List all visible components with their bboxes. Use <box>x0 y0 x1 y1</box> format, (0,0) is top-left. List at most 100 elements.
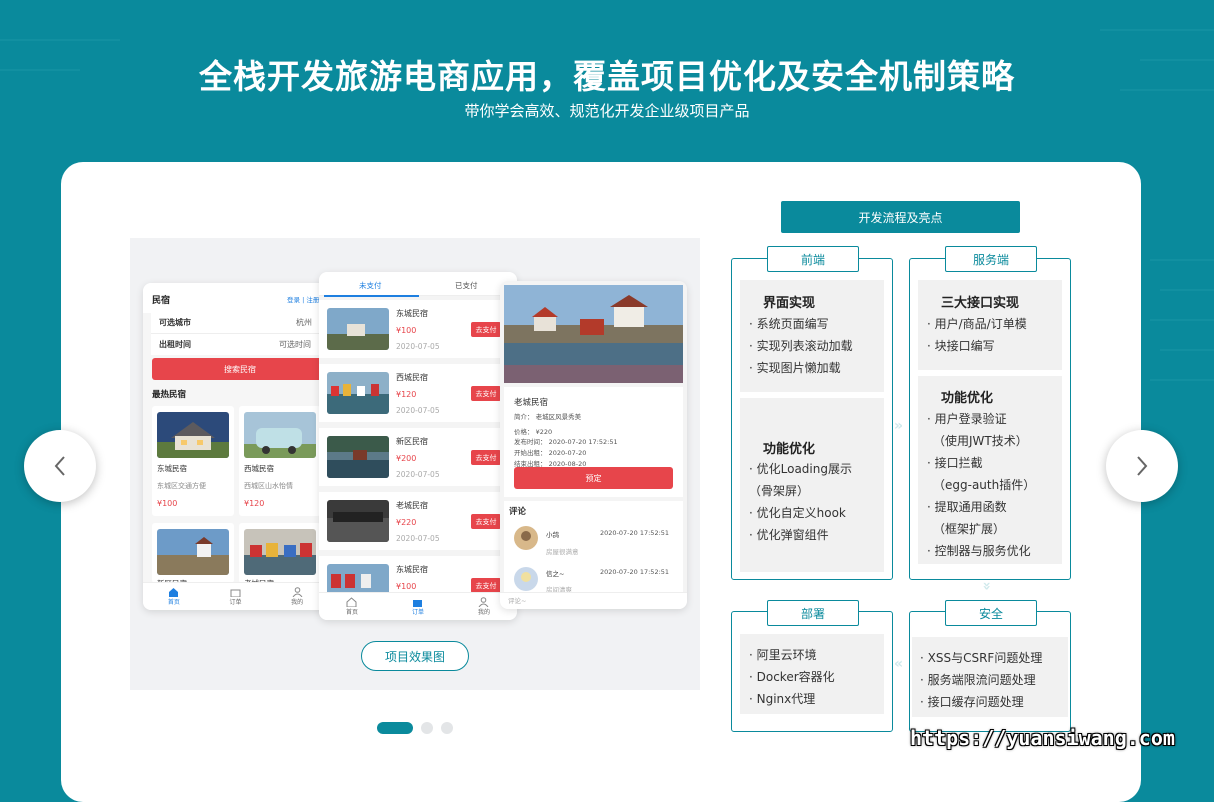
carousel-dot[interactable] <box>441 722 453 734</box>
city-value[interactable]: 杭州 <box>296 317 312 328</box>
chevron-right-icon: » <box>894 418 904 434</box>
home-icon <box>346 597 357 607</box>
book-button[interactable]: 预定 <box>514 467 673 489</box>
comment-text: 房屋很满意 <box>546 548 579 556</box>
bottom-nav: 首页 订单 我的 <box>319 592 517 620</box>
house-card[interactable]: 东城民宿 东城区交通方便 ¥100 <box>152 406 234 516</box>
login-link[interactable]: 登录 | 注册 <box>287 294 319 304</box>
group-item: · 块接口编写 <box>927 339 995 353</box>
nav-label: 首页 <box>345 609 358 616</box>
bag-icon <box>413 600 423 607</box>
nav-orders[interactable]: 订单 <box>412 597 424 616</box>
carousel-dot[interactable] <box>421 722 433 734</box>
group-title: 三大接口实现 <box>941 296 1020 311</box>
next-button[interactable] <box>1106 430 1178 502</box>
group-item: （使用JWT技术） <box>933 434 1028 448</box>
order-price: ¥200 <box>396 454 417 463</box>
order-row[interactable]: 新区民宿 ¥200 2020-07-05 去支付 <box>319 428 517 486</box>
home-icon <box>169 588 179 597</box>
chevron-left-icon <box>54 456 65 476</box>
search-button[interactable]: 搜索民宿 <box>152 358 328 380</box>
order-row[interactable]: 西城民宿 ¥120 2020-07-05 去支付 <box>319 364 517 422</box>
deploy-tag: 部署 <box>767 600 859 626</box>
project-effect-button[interactable]: 项目效果图 <box>361 641 469 671</box>
user-icon <box>292 587 303 597</box>
carousel-dot[interactable] <box>377 722 413 734</box>
comment-user: 小鸽 <box>546 531 559 539</box>
order-price: ¥100 <box>396 582 417 591</box>
order-price: ¥120 <box>396 390 417 399</box>
phone-detail: 老城民宿 简介： 老城区风景秀美 价格： ¥220 发布时间： 2020-07-… <box>500 281 687 609</box>
order-date: 2020-07-05 <box>396 470 440 479</box>
nav-me[interactable]: 我的 <box>478 597 490 616</box>
detail-publish: 发布时间： 2020-07-20 17:52:51 <box>514 438 618 446</box>
time-value[interactable]: 可选时间 <box>279 339 311 350</box>
nav-label: 我的 <box>477 609 490 616</box>
group-item: · 实现列表滚动加载 <box>749 339 853 353</box>
group-item: · 用户登录验证 <box>927 412 1007 426</box>
detail-photo <box>504 285 683 383</box>
order-price: ¥220 <box>396 518 417 527</box>
server-tag: 服务端 <box>945 246 1037 272</box>
card-name: 东城民宿 <box>157 464 187 473</box>
group-item: · XSS与CSRF问题处理 <box>920 651 1043 665</box>
bag-icon <box>230 589 241 597</box>
page-subtitle: 带你学会高效、规范化开发企业级项目产品 <box>464 102 750 120</box>
chevron-right-icon <box>1137 456 1148 476</box>
tab-paid[interactable]: 已支付 <box>455 280 478 291</box>
pay-button[interactable]: 去支付 <box>471 514 501 529</box>
nav-home[interactable]: 首页 <box>346 597 358 616</box>
order-photo <box>327 436 389 478</box>
comment-time: 2020-07-20 17:52:51 <box>600 568 670 576</box>
pay-button[interactable]: 去支付 <box>471 322 501 337</box>
house-card[interactable]: 西城民宿 西城区山水怡情 ¥120 <box>239 406 321 516</box>
detail-start: 开始出租： 2020-07-20 <box>514 449 587 457</box>
house-card[interactable]: 老城民宿 <box>239 523 321 588</box>
group-item: · 阿里云环境 <box>749 648 817 662</box>
group-item: · Docker容器化 <box>749 670 835 684</box>
group-item: · 用户/商品/订单模 <box>927 317 1027 331</box>
nav-label: 我的 <box>291 599 304 606</box>
group-item: · 接口缓存问题处理 <box>920 695 1024 709</box>
group-title: 功能优化 <box>941 391 994 406</box>
order-row[interactable]: 东城民宿 ¥100 去支付 <box>319 556 517 596</box>
order-row[interactable]: 老城民宿 ¥220 2020-07-05 去支付 <box>319 492 517 550</box>
order-date: 2020-07-05 <box>396 534 440 543</box>
group-item: · 优化自定义hook <box>749 506 846 520</box>
group-item: · 优化Loading展示 <box>749 462 852 476</box>
house-photo <box>244 412 316 458</box>
order-date: 2020-07-05 <box>396 406 440 415</box>
comment-input[interactable]: 评论~ <box>508 595 526 605</box>
card-price: ¥100 <box>157 499 178 508</box>
group-item: · 控制器与服务优化 <box>927 544 1031 558</box>
order-photo <box>327 308 389 350</box>
hot-title: 最热民宿 <box>152 390 187 400</box>
order-photo <box>327 372 389 414</box>
group-item: · 优化弹窗组件 <box>749 528 829 542</box>
order-price: ¥100 <box>396 326 417 335</box>
pay-button[interactable]: 去支付 <box>471 578 501 593</box>
card-desc: 东城区交通方便 <box>157 482 206 490</box>
house-card[interactable]: 新区民宿 <box>152 523 234 588</box>
comment-time: 2020-07-20 17:52:51 <box>600 529 670 537</box>
prev-button[interactable] <box>24 430 96 502</box>
nav-me[interactable]: 我的 <box>291 587 303 606</box>
house-photo <box>157 412 229 458</box>
group-item: · 实现图片懒加载 <box>749 361 841 375</box>
group-item: · Nginx代理 <box>749 692 816 706</box>
chevron-left-icon: « <box>894 656 904 672</box>
nav-home[interactable]: 首页 <box>168 587 180 606</box>
pay-button[interactable]: 去支付 <box>471 450 501 465</box>
group-item: （骨架屏） <box>749 484 810 498</box>
home-title: 民宿 <box>152 296 171 306</box>
comments-title: 评论 <box>509 507 527 517</box>
order-row[interactable]: 东城民宿 ¥100 2020-07-05 去支付 <box>319 300 517 358</box>
nav-orders[interactable]: 订单 <box>229 587 241 606</box>
tab-unpaid[interactable]: 未支付 <box>359 280 382 291</box>
pay-button[interactable]: 去支付 <box>471 386 501 401</box>
group-item: · 系统页面编写 <box>749 317 829 331</box>
group-item: · 接口拦截 <box>927 456 983 470</box>
page-title: 全栈开发旅游电商应用，覆盖项目优化及安全机制策略 <box>199 57 1015 96</box>
house-photo <box>244 529 316 575</box>
nav-label: 订单 <box>229 599 242 606</box>
